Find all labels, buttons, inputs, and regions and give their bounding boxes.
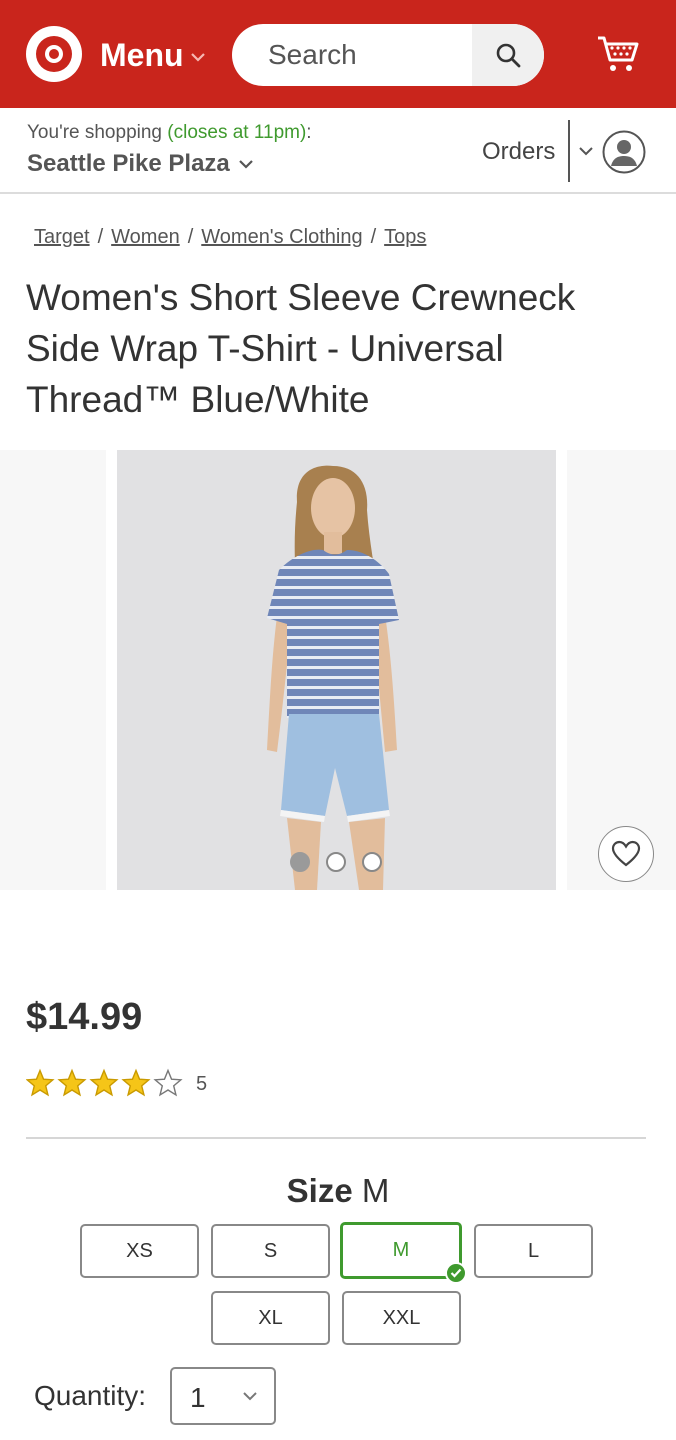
size-heading: Size M (0, 1172, 676, 1210)
quantity-label: Quantity: (34, 1380, 147, 1411)
breadcrumb: Target / Women / Women's Clothing / Tops (34, 226, 426, 249)
search-input[interactable] (232, 24, 472, 86)
breadcrumb-link[interactable]: Women (111, 226, 180, 248)
selected-size: M (361, 1172, 390, 1209)
breadcrumb-separator: / (370, 226, 377, 248)
chevron-down-icon (239, 160, 253, 169)
size-option-label: M (392, 1239, 410, 1261)
size-label: Size (286, 1172, 353, 1209)
size-option-label: XXL (382, 1306, 421, 1329)
product-image[interactable] (117, 450, 556, 890)
size-option-label: XL (258, 1306, 283, 1329)
star-rating (26, 1068, 183, 1097)
star-filled-icon (121, 1068, 151, 1097)
product-title: Women's Short Sleeve Crewneck Side Wrap … (26, 277, 576, 420)
review-count: 5 (196, 1072, 208, 1095)
size-option-xs[interactable]: XS (80, 1224, 199, 1278)
star-empty-icon (153, 1068, 183, 1097)
checkmark-icon (445, 1262, 467, 1284)
breadcrumb-separator: / (187, 226, 194, 248)
orders-link[interactable]: Orders (482, 138, 555, 166)
star-filled-icon (89, 1068, 119, 1097)
search-bar (232, 24, 544, 86)
target-logo-icon[interactable] (26, 26, 82, 82)
size-option-label: XS (126, 1239, 153, 1262)
product-image-gallery[interactable] (0, 450, 676, 890)
breadcrumb-link[interactable]: Tops (384, 226, 426, 248)
size-option-s[interactable]: S (211, 1224, 330, 1278)
breadcrumb-separator: / (97, 226, 104, 248)
store-hours: (closes at 11pm) (167, 122, 307, 143)
chevron-down-icon[interactable] (578, 146, 594, 156)
model-photo-illustration (267, 465, 399, 890)
size-option-label: S (263, 1239, 278, 1262)
chevron-down-icon (190, 53, 205, 62)
chevron-down-icon (243, 1392, 257, 1401)
divider (26, 1137, 646, 1139)
store-bar: You're shopping (closes at 11pm): Seattl… (0, 108, 676, 194)
cart-icon[interactable] (596, 34, 640, 74)
star-filled-icon (26, 1068, 55, 1097)
top-header: Menu (0, 0, 676, 108)
shopping-prefix: You're shopping (27, 122, 168, 143)
shopping-suffix: : (306, 122, 312, 143)
heart-icon (611, 840, 641, 867)
size-option-xl[interactable]: XL (211, 1291, 330, 1345)
menu-button[interactable]: Menu (100, 36, 206, 74)
breadcrumb-link[interactable]: Target (34, 226, 90, 248)
quantity-value: 1 (190, 1382, 206, 1413)
size-option-label: L (527, 1239, 540, 1262)
quantity-select[interactable]: 1 (170, 1367, 276, 1425)
rating-summary[interactable]: 5 (26, 1068, 207, 1100)
menu-label: Menu (100, 36, 184, 73)
shopping-status: You're shopping (closes at 11pm): (27, 122, 312, 144)
gallery-pagination (290, 852, 382, 872)
gallery-dot[interactable] (326, 852, 346, 872)
favorite-button[interactable] (598, 826, 654, 882)
breadcrumb-link[interactable]: Women's Clothing (201, 226, 362, 248)
star-filled-icon (57, 1068, 87, 1097)
store-selector[interactable]: Seattle Pike Plaza (27, 150, 254, 178)
store-name: Seattle Pike Plaza (27, 150, 230, 177)
search-button[interactable] (472, 24, 544, 86)
size-option-l[interactable]: L (474, 1224, 593, 1278)
account-avatar-icon[interactable] (602, 130, 646, 174)
gallery-dot[interactable] (362, 852, 382, 872)
next-image-preview[interactable] (567, 450, 676, 890)
size-option-xxl[interactable]: XXL (342, 1291, 461, 1345)
size-option-m[interactable]: M (340, 1222, 467, 1284)
previous-image-preview[interactable] (0, 450, 106, 890)
search-icon (496, 43, 521, 68)
divider (568, 120, 570, 182)
gallery-dot[interactable] (290, 852, 310, 872)
product-price: $14.99 (26, 996, 143, 1038)
